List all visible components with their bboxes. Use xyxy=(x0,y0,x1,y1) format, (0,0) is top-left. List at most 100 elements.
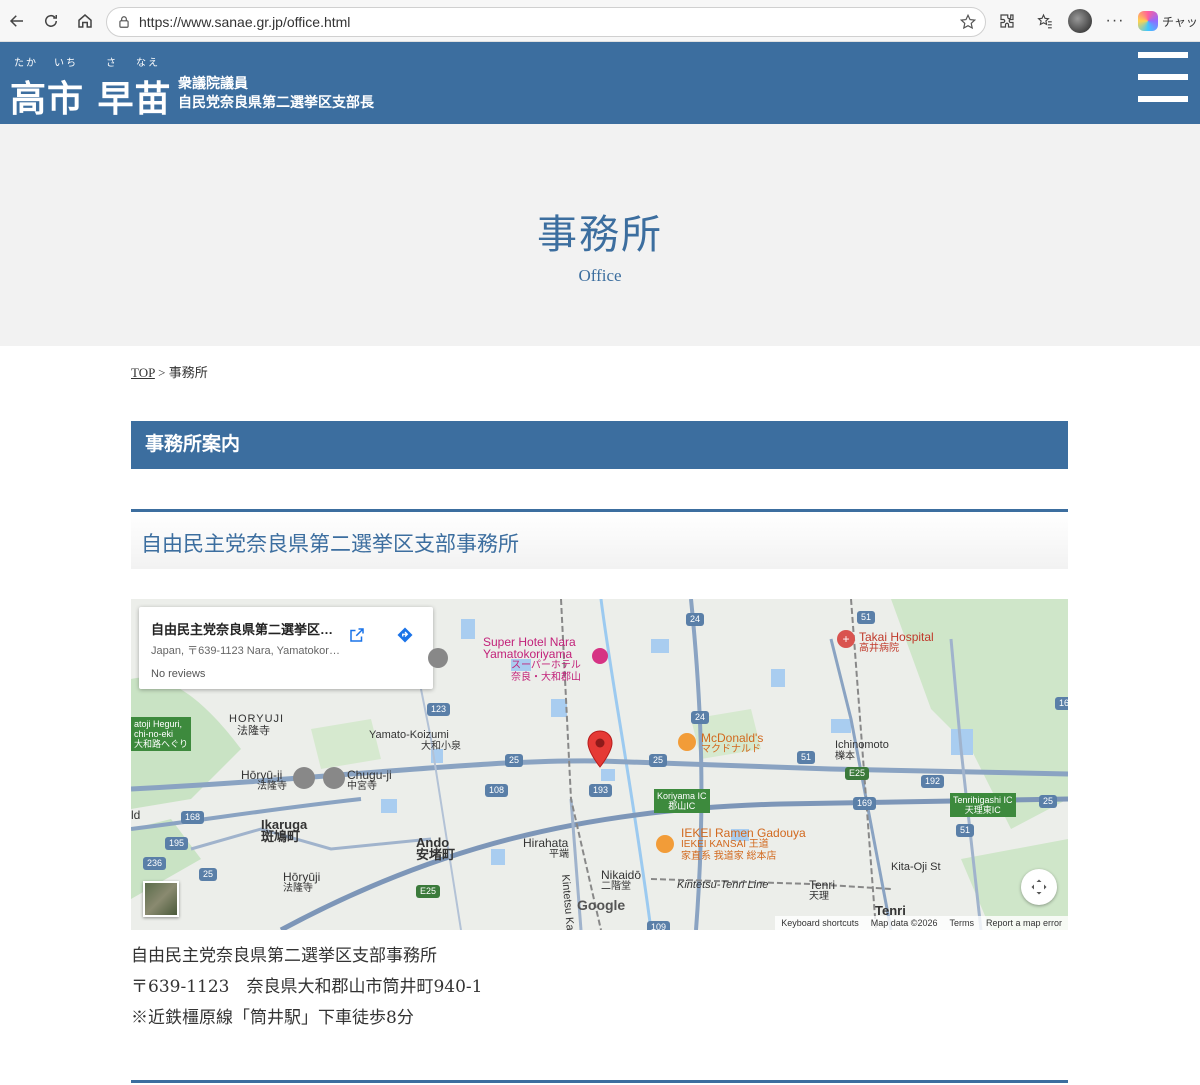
road-shield: 169 xyxy=(853,797,877,810)
breadcrumb-top-link[interactable]: TOP xyxy=(131,365,155,380)
report-error-link[interactable]: Report a map error xyxy=(986,916,1062,930)
breadcrumb-separator: > xyxy=(154,365,169,380)
map-tag-tenrihigashi-ic: Tenrihigashi IC 天理東IC xyxy=(950,793,1016,817)
hamburger-menu-icon[interactable] xyxy=(1138,52,1188,104)
open-in-maps-icon[interactable] xyxy=(343,621,371,649)
super-hotel-ja2: 奈良・大和郡山 xyxy=(511,672,581,683)
road-shield: 51 xyxy=(797,751,816,764)
directions-icon[interactable] xyxy=(391,621,419,649)
home-icon[interactable] xyxy=(70,6,100,36)
copilot-button[interactable]: チャット xyxy=(1138,11,1200,31)
road-shield: 25 xyxy=(505,754,524,767)
chuguji-ja: 中宮寺 xyxy=(347,781,377,792)
terms-link[interactable]: Terms xyxy=(949,916,974,930)
temple-icon xyxy=(293,767,315,789)
ramen-ja: IEKEI KANSAI 王道 xyxy=(681,839,769,850)
nikaido-ja: 二階堂 xyxy=(601,881,631,892)
heguri-ja: 大和路へぐり xyxy=(134,739,189,749)
copilot-label: チャット xyxy=(1162,14,1200,29)
super-hotel-ja: スーパーホテル xyxy=(511,660,581,671)
koriyama-ic-en: Koriyama IC xyxy=(657,791,707,801)
page-hero: 事務所 Office xyxy=(0,124,1200,346)
horyuji3-en: Hōryūji xyxy=(283,870,321,884)
road-shield: 236 xyxy=(143,857,167,870)
map-pin-icon[interactable] xyxy=(586,730,614,768)
map-label-hirahata: Hirahata 平端 xyxy=(523,837,569,861)
fullscreen-icon[interactable] xyxy=(1021,869,1057,905)
map-label-takai-hospital: Takai Hospital 高井病院 xyxy=(859,631,934,655)
map-label-tenri-station: Tenri 天理 xyxy=(809,879,835,903)
horyuji2-ja: 法隆寺 xyxy=(257,781,287,792)
reload-icon[interactable] xyxy=(36,6,66,36)
road-shield: 25 xyxy=(1039,795,1058,808)
google-map[interactable]: 自由民主党奈良県第二選挙区支部事務所 Japan, 〒639-1123 Nara… xyxy=(131,599,1068,930)
ruby-taka: たか xyxy=(14,58,38,69)
address-bar[interactable]: https://www.sanae.gr.jp/office.html xyxy=(106,7,986,37)
road-shield: E25 xyxy=(845,767,870,780)
tenrihigashi-ja: 天理東IC xyxy=(964,805,1001,815)
map-label-yamato-koizumi: Yamato-Koizumi 大和小泉 xyxy=(369,729,461,753)
profile-avatar[interactable] xyxy=(1068,9,1092,33)
road-shield: E25 xyxy=(416,885,441,898)
map-label-ichinomoto: Ichinomoto 櫟本 xyxy=(835,739,889,763)
road-shield: 24 xyxy=(686,613,705,626)
header-titles: 衆議院議員 自民党奈良県第二選挙区支部長 xyxy=(178,74,374,112)
map-footer: Keyboard shortcuts Map data ©2026 Terms … xyxy=(775,916,1068,930)
hotel-icon xyxy=(592,648,608,664)
road-shield: 109 xyxy=(647,921,671,930)
satellite-toggle-thumbnail[interactable] xyxy=(143,881,179,917)
hirahata-ja: 平端 xyxy=(549,849,569,860)
map-tag-heguri: atoji Heguri, chi-no-eki 大和路へぐり xyxy=(131,717,192,751)
page-subtitle: Office xyxy=(578,266,622,285)
road-shield: 25 xyxy=(199,868,218,881)
more-menu-icon[interactable]: ··· xyxy=(1100,6,1130,36)
map-info-card[interactable]: 自由民主党奈良県第二選挙区支部事務所 Japan, 〒639-1123 Nara… xyxy=(139,607,433,689)
ramen-ja2: 家直系 我道家 総本店 xyxy=(681,851,777,862)
map-card-title: 自由民主党奈良県第二選挙区支部事務所 xyxy=(151,622,341,637)
map-label-chuguji: Chugu-ji 中宮寺 xyxy=(347,769,392,793)
back-icon[interactable] xyxy=(2,6,32,36)
section-heading: 事務所案内 xyxy=(131,421,1068,469)
keyboard-shortcuts-link[interactable]: Keyboard shortcuts xyxy=(781,916,859,930)
horyuji-en: HORYUJI xyxy=(229,713,285,725)
koriyama-ic-ja: 郡山IC xyxy=(668,801,696,811)
office-name-heading: 自由民主党奈良県第二選挙区支部事務所 xyxy=(131,509,1068,569)
map-card-reviews: No reviews xyxy=(151,668,206,680)
road-shield: 108 xyxy=(485,784,509,797)
road-shield: 123 xyxy=(427,703,451,716)
address-line-name: 自由民主党奈良県第二選挙区支部事務所 xyxy=(131,946,437,966)
site-logo-name[interactable]: 高市 早苗 xyxy=(10,70,172,122)
temple-icon-3 xyxy=(428,648,448,668)
google-logo: Google xyxy=(577,897,626,913)
takai-ja: 高井病院 xyxy=(859,643,899,654)
page-title: 事務所 xyxy=(537,212,663,258)
map-card-address: Japan, 〒639-1123 Nara, Yamatokoriyama xyxy=(151,645,341,657)
favorite-star-icon[interactable] xyxy=(959,13,977,31)
map-label-kita-oji: Kita-Oji St xyxy=(891,861,941,873)
road-shield: 51 xyxy=(956,824,975,837)
tenrihigashi-en: Tenrihigashi IC xyxy=(953,795,1013,805)
road-shield: 192 xyxy=(921,775,945,788)
lock-icon xyxy=(119,16,129,28)
horyuji2-en: Hōryū-ji xyxy=(241,768,283,782)
favorites-icon[interactable] xyxy=(1030,6,1060,36)
chuguji-en: Chugu-ji xyxy=(347,768,392,782)
heguri-en2: chi-no-eki xyxy=(134,729,174,739)
breadcrumb-current: 事務所 xyxy=(168,365,208,380)
tenri-ja: 天理 xyxy=(809,891,829,902)
extensions-icon[interactable] xyxy=(992,6,1022,36)
ramen-en: IEKEI Ramen Gadouya xyxy=(681,826,806,840)
road-shield: 168 xyxy=(181,811,205,824)
ramen-icon xyxy=(656,835,674,853)
takai-en: Takai Hospital xyxy=(859,630,934,644)
map-data-text: Map data ©2026 xyxy=(870,918,938,928)
ando-ja: 安堵町 xyxy=(416,847,456,862)
horyuji3-ja: 法隆寺 xyxy=(283,883,313,894)
road-shield: 16 xyxy=(1055,697,1068,710)
mcd-ja: マクドナルド xyxy=(701,744,761,755)
map-label-ld: ld xyxy=(131,808,141,822)
koizumi-en: Yamato-Koizumi xyxy=(369,729,449,741)
address-line-access: ※近鉄橿原線「筒井駅」下車徒歩8分 xyxy=(131,1008,414,1028)
road-shield: 51 xyxy=(857,611,876,624)
mcd-icon xyxy=(678,733,696,751)
